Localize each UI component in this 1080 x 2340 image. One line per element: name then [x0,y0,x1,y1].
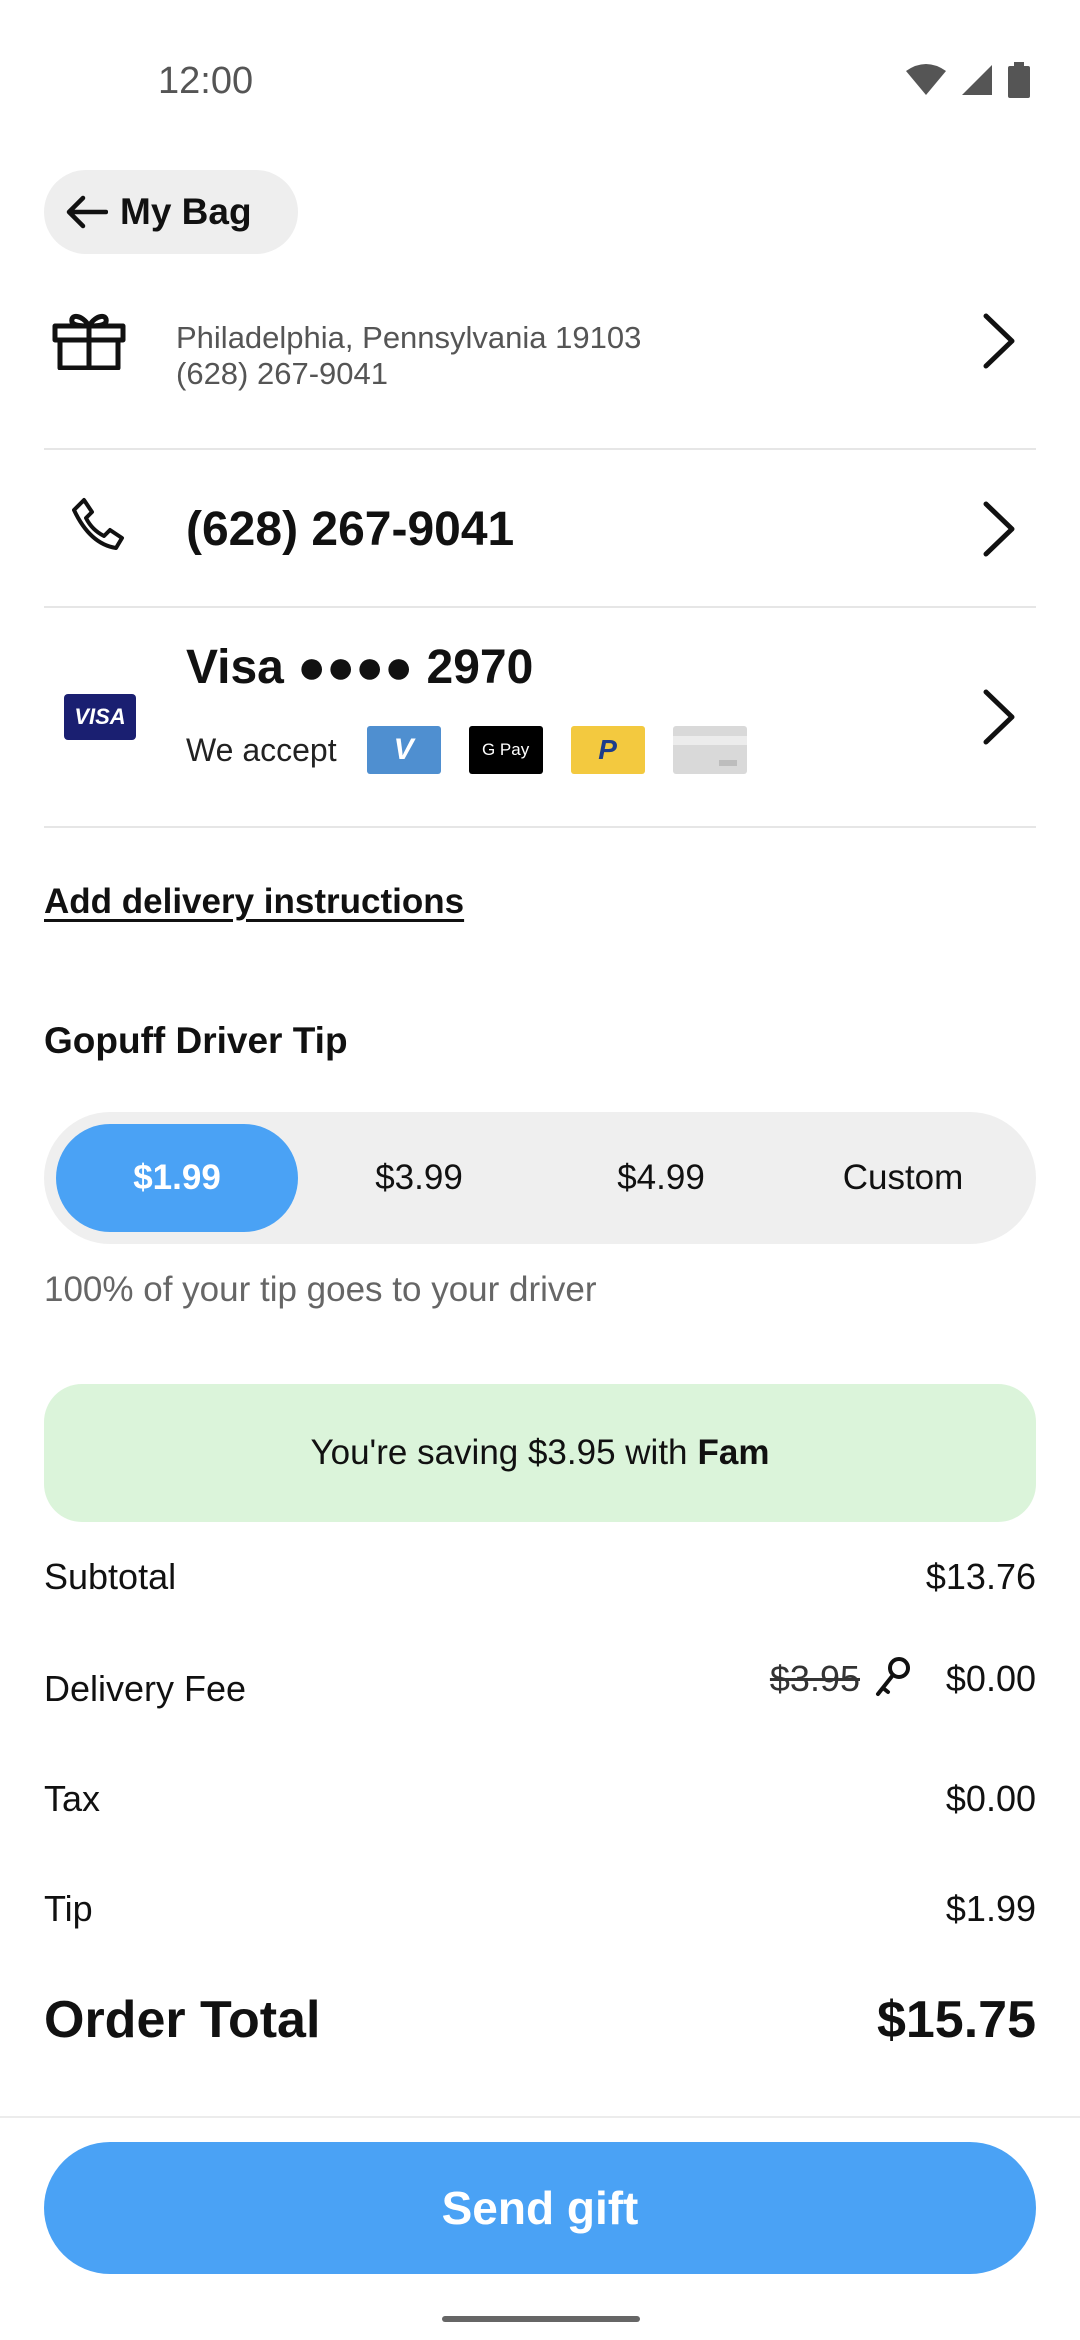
payment-method-row[interactable]: VISA Visa ●●●● 2970 We accept V G Pay P [44,610,1036,828]
order-total-label: Order Total [44,1991,321,2049]
order-total-value: $15.75 [876,1991,1036,2049]
address-phone-line: (628) 267-9041 [176,356,388,391]
gift-address-row[interactable]: Philadelphia, Pennsylvania 19103 (628) 2… [44,290,1036,450]
delivery-fee-original: $3.95 [769,1658,860,1699]
tip-option-3-99[interactable]: $3.99 [298,1124,540,1232]
tax-label: Tax [44,1778,101,1819]
paypal-icon: P [570,726,645,774]
savings-text: You're saving $3.95 with [310,1433,688,1472]
gift-icon [52,314,126,370]
gift-address-text: Philadelphia, Pennsylvania 19103 (628) 2… [176,320,641,392]
payment-card-title: Visa ●●●● 2970 [186,641,534,694]
divider [44,826,1036,828]
back-to-bag-button[interactable]: My Bag [44,170,298,254]
visa-card-icon: VISA [64,694,136,740]
savings-brand: Fam [697,1433,770,1472]
address-line: Philadelphia, Pennsylvania 19103 [176,320,642,355]
wifi-icon [906,64,946,95]
tip-option-1-99[interactable]: $1.99 [56,1124,298,1232]
subtotal-row: Subtotal $13.76 [44,1556,1036,1616]
tip-label: Tip [44,1888,93,1929]
tip-note: 100% of your tip goes to your driver [44,1270,597,1309]
divider [44,606,1036,608]
google-pay-icon: G Pay [468,726,543,774]
savings-banner: You're saving $3.95 with Fam [44,1384,1036,1522]
subtotal-value: $13.76 [925,1556,1036,1597]
subtotal-label: Subtotal [44,1556,177,1597]
add-delivery-instructions-link[interactable]: Add delivery instructions [44,882,464,922]
tax-value: $0.00 [945,1778,1036,1819]
divider [44,448,1036,450]
accept-label: We accept [186,731,337,768]
home-indicator[interactable] [442,2316,640,2322]
delivery-fee-row: Delivery Fee $3.95 $0.00 [44,1657,1036,1728]
accepted-methods: We accept V G Pay P [186,726,747,774]
credit-card-icon [672,726,747,774]
tax-row: Tax $0.00 [44,1778,1036,1838]
status-time: 12:00 [158,60,254,102]
phone-row[interactable]: (628) 267-9041 [44,452,1036,608]
battery-icon [1008,62,1030,98]
key-icon [876,1657,910,1696]
send-gift-button[interactable]: Send gift [44,2142,1036,2274]
tip-value: $1.99 [945,1888,1036,1929]
status-icons [906,62,1030,98]
chevron-right-icon [983,501,1015,557]
phone-icon [72,498,124,550]
tip-section-title: Gopuff Driver Tip [44,1020,348,1061]
tip-row: Tip $1.99 [44,1888,1036,1948]
chevron-right-icon [983,313,1015,369]
chevron-right-icon [983,689,1015,745]
status-bar: 12:00 [0,0,1080,165]
venmo-icon: V [366,726,441,774]
back-label: My Bag [120,191,252,232]
delivery-fee-label: Delivery Fee [44,1668,247,1709]
tip-option-custom[interactable]: Custom [782,1124,1024,1232]
footer-divider [0,2116,1080,2118]
delivery-fee-value: $0.00 [945,1658,1036,1699]
phone-number: (628) 267-9041 [186,503,515,556]
arrow-left-icon [66,195,108,229]
cellular-signal-icon [962,65,992,95]
tip-option-4-99[interactable]: $4.99 [540,1124,782,1232]
tip-selector: $1.99 $3.99 $4.99 Custom [44,1112,1036,1244]
